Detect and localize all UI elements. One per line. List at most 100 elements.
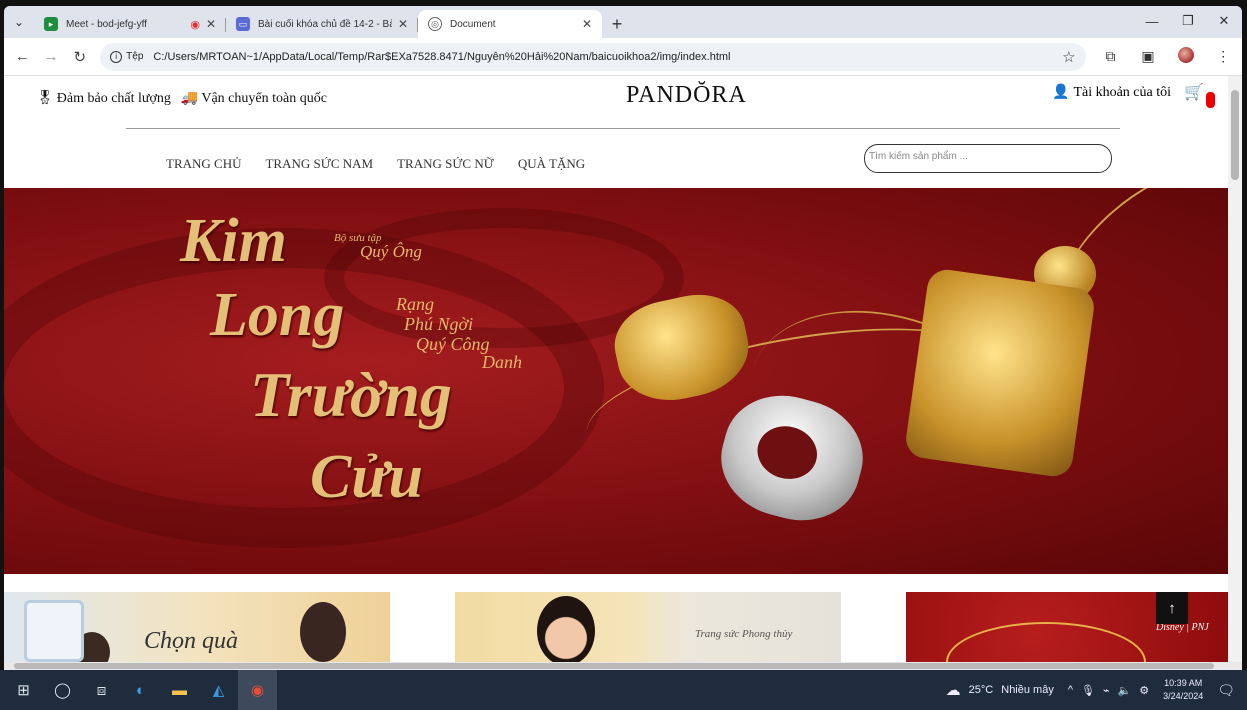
volume-icon[interactable]: 🔈 [1118,684,1132,697]
horizontal-scrollbar[interactable] [4,662,1242,670]
back-icon[interactable]: ← [8,48,37,65]
tab-meet[interactable]: ▸ Meet - bod-jefg-yff ◉ ✕ [34,10,226,38]
quality-text: Đảm bảo chất lượng [56,90,171,106]
chat-icon: ▭ [236,17,250,31]
close-tab-icon[interactable]: ✕ [398,17,408,31]
search-icon[interactable]: ◯ [43,670,82,710]
tab-lesson[interactable]: ▭ Bài cuối khóa chủ đề 14-2 - Bà ✕ [226,10,418,38]
new-tab-button[interactable]: + [602,10,632,38]
site-topbar: 🎖 Đảm bảo chất lượng 🚚 Vận chuyển toàn quố… [4,76,1228,128]
vertical-scrollbar[interactable] [1228,76,1242,662]
side-panel-icon[interactable]: ▣ [1129,48,1167,65]
nav-home[interactable]: TRANG CHỦ [166,156,241,172]
hero-title-line: Cửu [310,443,423,511]
recording-icon: ◉ [190,18,200,31]
service-badges: 🎖 Đảm bảo chất lượng 🚚 Vận chuyển toàn quố… [36,90,327,107]
minimize-icon[interactable]: — [1134,6,1170,36]
tab-title: Document [450,18,496,30]
tagline-line: Danh [482,352,522,372]
tagline-line: Rạng [396,294,434,314]
hero-title-line: Kim [180,207,287,275]
banner-caption: Trang sức Phong thủy [695,628,793,640]
window-controls: — ❐ ✕ [1134,6,1242,36]
nav-women-jewelry[interactable]: TRANG SỨC NỮ [397,156,494,172]
address-bar[interactable]: i Tệp C:/Users/MRTOAN~1/AppData/Local/Tem… [100,42,1086,71]
gold-pendant-image [903,267,1097,479]
cart-icon[interactable]: 🛒 [1184,82,1204,102]
close-window-icon[interactable]: ✕ [1206,6,1242,36]
site-info-button[interactable]: i Tệp [110,50,144,63]
settings-icon[interactable]: ⚙ [1139,684,1149,697]
info-icon: i [110,50,123,63]
collection-name: Quý Ông [360,242,422,261]
weather-temp[interactable]: 25°C [969,684,994,696]
decor-circle [946,622,1146,662]
extensions-icon[interactable]: ⧉ [1092,48,1130,65]
weather-icon: ☁ [945,682,961,699]
reload-icon[interactable]: ↻ [65,48,94,66]
tab-title: Bài cuối khóa chủ đề 14-2 - Bà [258,18,392,30]
meet-icon: ▸ [44,17,58,31]
tab-document[interactable]: ◎ Document ✕ [418,10,602,38]
edge-icon[interactable]: ◐ [121,670,160,710]
profile-avatar[interactable] [1167,47,1205,66]
promo-banner-gift[interactable]: Chọn quà [4,592,390,662]
close-tab-icon[interactable]: ✕ [582,17,592,31]
chevron-up-icon[interactable]: ^ [1068,684,1073,696]
vscode-icon[interactable]: ◭ [199,670,238,710]
clock-time: 10:39 AM [1164,678,1203,688]
tagline-line: Phú Ngời [404,314,474,334]
brand-logo[interactable]: PANDŎRA [626,82,747,109]
globe-icon: ◎ [428,17,442,31]
nav-men-jewelry[interactable]: TRANG SỨC NAM [265,156,373,172]
model-image [537,596,595,662]
shipping-text: Vận chuyển toàn quốc [201,90,327,106]
promo-banner-fengshui[interactable]: Trang sức Phong thủy [455,592,841,662]
tab-strip: ⌄ ▸ Meet - bod-jefg-yff ◉ ✕ ▭ Bài cuối k… [4,6,1242,38]
search-input[interactable]: Tìm kiếm sản phẩm ... [864,144,1112,173]
shipping-badge: 🚚 Vận chuyển toàn quốc [181,90,327,107]
phone-image [24,600,84,662]
hero-title-line: Trường [250,359,452,430]
network-icon[interactable]: ⌁ [1103,684,1110,697]
banner-script-text: Chọn quà [144,628,239,654]
model-image [300,602,346,662]
system-tray: ☁ 25°C Nhiều mây ^ 🎙 ⌁ 🔈 ⚙ 10:39 AM 3/24… [942,670,1247,710]
tab-search-dropdown-icon[interactable]: ⌄ [4,6,34,38]
web-page: 🎖 Đảm bảo chất lượng 🚚 Vận chuyển toàn quố… [4,76,1228,662]
windows-start-icon[interactable]: ⊞ [4,670,43,710]
truck-icon: 🚚 [180,91,199,106]
notifications-icon[interactable]: 🗨 [1217,682,1235,699]
menu-kebab-icon[interactable]: ⋮ [1204,48,1242,65]
close-tab-icon[interactable]: ✕ [206,17,216,31]
promo-banners: Chọn quà Trang sức Phong thủy Disney | P… [4,592,1228,662]
site-label: Tệp [126,51,144,62]
bookmark-star-icon[interactable]: ☆ [1062,48,1075,66]
chrome-icon[interactable]: ◉ [238,670,277,710]
restore-icon[interactable]: ❐ [1170,6,1206,36]
url-text[interactable]: C:/Users/MRTOAN~1/AppData/Local/Temp/Rar… [153,51,1062,63]
hero-title-line: Long [210,281,345,349]
medal-icon: 🎖 [36,91,54,106]
quality-badge: 🎖 Đảm bảo chất lượng [36,90,171,107]
clock[interactable]: 10:39 AM 3/24/2024 [1163,677,1203,703]
header-divider [126,128,1120,129]
file-explorer-icon[interactable]: ▬ [160,670,199,710]
microphone-icon[interactable]: 🎙 [1081,684,1095,697]
scroll-to-top-button[interactable]: ↑ [1156,592,1188,624]
windows-taskbar: ⊞ ◯ ⧈ ◐ ▬ ◭ ◉ ☁ 25°C Nhiều mây ^ 🎙 ⌁ 🔈 ⚙… [0,670,1247,710]
browser-window: ⌄ ▸ Meet - bod-jefg-yff ◉ ✕ ▭ Bài cuối k… [4,6,1242,670]
task-view-icon[interactable]: ⧈ [82,670,121,710]
user-icon: 👤 [1052,85,1070,100]
account-label: Tài khoản của tôi [1073,84,1172,100]
nav-gifts[interactable]: QUÀ TẶNG [518,156,585,172]
forward-icon[interactable]: → [37,48,66,65]
weather-desc[interactable]: Nhiều mây [1001,684,1054,696]
browser-toolbar: ← → ↻ i Tệp C:/Users/MRTOAN~1/AppData/Loc… [4,38,1242,76]
tagline-line: Quý Công [416,334,490,354]
account-link[interactable]: 👤 Tài khoản của tôi [1052,84,1171,101]
tab-title: Meet - bod-jefg-yff [66,18,147,30]
cart-badge [1206,92,1215,108]
hero-banner[interactable]: Kim Long Trường Cửu Bộ sưu tập Quý Ông R… [4,188,1228,574]
clock-date: 3/24/2024 [1163,691,1204,701]
